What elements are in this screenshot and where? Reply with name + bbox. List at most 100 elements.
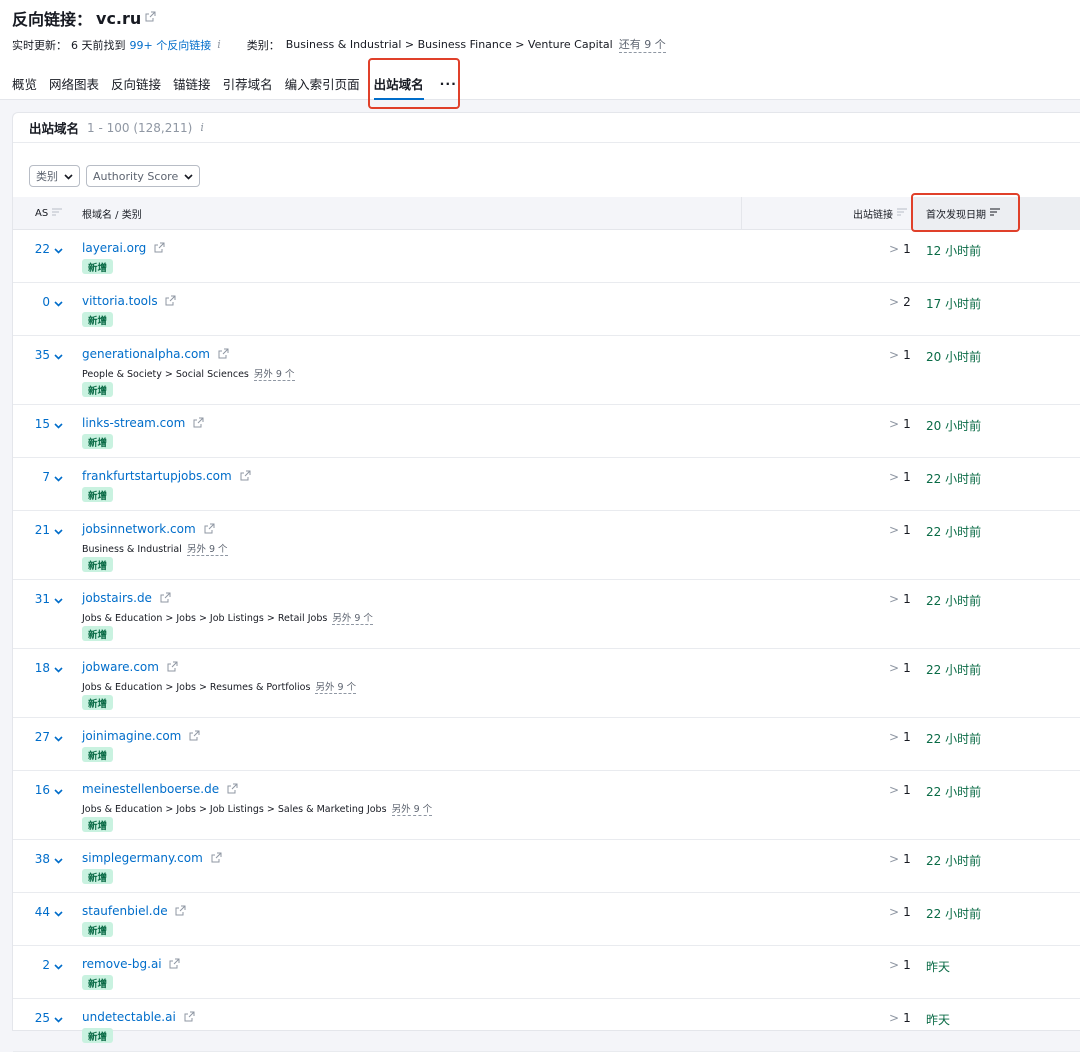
- as-score-toggle[interactable]: 2: [23, 958, 63, 973]
- outlinks-cell[interactable]: >1: [889, 958, 911, 972]
- expand-chevron-icon[interactable]: >: [889, 470, 899, 484]
- expand-chevron-icon[interactable]: >: [889, 417, 899, 431]
- domain-link[interactable]: generationalpha.com: [82, 347, 210, 361]
- external-link-icon[interactable]: [193, 417, 204, 431]
- expand-chevron-icon[interactable]: >: [889, 958, 899, 972]
- outlinks-cell[interactable]: >1: [889, 730, 911, 744]
- as-score-toggle[interactable]: 16: [23, 783, 63, 798]
- info-icon[interactable]: i: [200, 121, 204, 134]
- as-score-toggle[interactable]: 15: [23, 417, 63, 432]
- chevron-down-icon: [54, 471, 63, 485]
- domain-link[interactable]: jobsinnetwork.com: [82, 522, 196, 536]
- as-score-toggle[interactable]: 27: [23, 730, 63, 745]
- tab-backlinks[interactable]: 反向链接: [111, 74, 161, 93]
- outlinks-cell[interactable]: >1: [889, 417, 911, 431]
- domain-link[interactable]: joinimagine.com: [82, 729, 181, 743]
- update-label: 实时更新：: [12, 37, 67, 53]
- expand-chevron-icon[interactable]: >: [889, 661, 899, 675]
- expand-chevron-icon[interactable]: >: [889, 1011, 899, 1025]
- tab-referring-domains[interactable]: 引荐域名: [223, 74, 273, 93]
- external-link-icon[interactable]: [218, 348, 229, 362]
- external-link-icon[interactable]: [169, 958, 180, 972]
- column-outlinks[interactable]: 出站链接: [741, 197, 909, 230]
- tab-anchors[interactable]: 锚链接: [173, 74, 211, 93]
- external-link-icon[interactable]: [145, 11, 156, 25]
- domain-link[interactable]: undetectable.ai: [82, 1010, 176, 1024]
- domain-link[interactable]: jobware.com: [82, 660, 159, 674]
- info-icon[interactable]: i: [217, 38, 221, 51]
- domain-link[interactable]: remove-bg.ai: [82, 957, 162, 971]
- outlinks-cell[interactable]: >1: [889, 242, 911, 256]
- page-title-domain[interactable]: vc.ru: [96, 9, 141, 28]
- found-backlinks-link[interactable]: 99+ 个反向链接: [130, 37, 212, 53]
- as-score-toggle[interactable]: 31: [23, 592, 63, 607]
- domain-link[interactable]: simplegermany.com: [82, 851, 203, 865]
- external-link-icon[interactable]: [227, 783, 238, 797]
- column-outlinks-label: 出站链接: [853, 206, 893, 221]
- outlinks-cell[interactable]: >1: [889, 852, 911, 866]
- outlinks-cell[interactable]: >1: [889, 592, 911, 606]
- expand-chevron-icon[interactable]: >: [889, 592, 899, 606]
- external-link-icon[interactable]: [167, 661, 178, 675]
- domain-link[interactable]: staufenbiel.de: [82, 904, 168, 918]
- category-more-link[interactable]: 另外 9 个: [332, 613, 373, 625]
- as-score-toggle[interactable]: 44: [23, 905, 63, 920]
- table-row: 38simplegermany.com 新增>122 小时前: [13, 840, 1080, 893]
- external-link-icon[interactable]: [204, 523, 215, 537]
- tab-network-graph[interactable]: 网络图表: [49, 74, 99, 93]
- category-more-link[interactable]: 另外 9 个: [392, 804, 433, 816]
- domain-cell: vittoria.tools: [82, 294, 176, 309]
- expand-chevron-icon[interactable]: >: [889, 348, 899, 362]
- external-link-icon[interactable]: [184, 1011, 195, 1025]
- as-score-toggle[interactable]: 0: [23, 295, 63, 310]
- as-score-toggle[interactable]: 35: [23, 348, 63, 363]
- new-badge: 新增: [82, 869, 113, 884]
- domain-link[interactable]: vittoria.tools: [82, 294, 158, 308]
- expand-chevron-icon[interactable]: >: [889, 783, 899, 797]
- domain-link[interactable]: links-stream.com: [82, 416, 185, 430]
- outlinks-cell[interactable]: >1: [889, 1011, 911, 1025]
- expand-chevron-icon[interactable]: >: [889, 730, 899, 744]
- category-more-link[interactable]: 还有 9 个: [619, 36, 666, 53]
- category-more-link[interactable]: 另外 9 个: [254, 369, 295, 381]
- as-score: 18: [35, 661, 50, 675]
- domain-link[interactable]: frankfurtstartupjobs.com: [82, 469, 232, 483]
- external-link-icon[interactable]: [240, 470, 251, 484]
- expand-chevron-icon[interactable]: >: [889, 852, 899, 866]
- external-link-icon[interactable]: [211, 852, 222, 866]
- expand-chevron-icon[interactable]: >: [889, 242, 899, 256]
- expand-chevron-icon[interactable]: >: [889, 295, 899, 309]
- outlinks-cell[interactable]: >1: [889, 783, 911, 797]
- domain-link[interactable]: meinestellenboerse.de: [82, 782, 219, 796]
- as-score-toggle[interactable]: 38: [23, 852, 63, 867]
- outlinks-cell[interactable]: >1: [889, 470, 911, 484]
- sort-icon[interactable]: [897, 208, 907, 219]
- external-link-icon[interactable]: [160, 592, 171, 606]
- external-link-icon[interactable]: [165, 295, 176, 309]
- external-link-icon[interactable]: [175, 905, 186, 919]
- sort-icon[interactable]: [52, 208, 62, 219]
- tab-indexed-pages[interactable]: 编入索引页面: [285, 74, 360, 93]
- outlinks-cell[interactable]: >1: [889, 905, 911, 919]
- outlinks-cell[interactable]: >2: [889, 295, 911, 309]
- authority-score-filter[interactable]: Authority Score: [86, 165, 200, 187]
- outlinks-cell[interactable]: >1: [889, 661, 911, 675]
- category-more-link[interactable]: 另外 9 个: [315, 682, 356, 694]
- as-score-toggle[interactable]: 18: [23, 661, 63, 676]
- category-filter[interactable]: 类别: [29, 165, 80, 187]
- external-link-icon[interactable]: [154, 242, 165, 256]
- category-more-link[interactable]: 另外 9 个: [187, 544, 228, 556]
- as-score-toggle[interactable]: 22: [23, 242, 63, 257]
- domain-link[interactable]: jobstairs.de: [82, 591, 152, 605]
- as-score-toggle[interactable]: 25: [23, 1011, 63, 1026]
- outlinks-cell[interactable]: >1: [889, 523, 911, 537]
- domain-link[interactable]: layerai.org: [82, 241, 146, 255]
- expand-chevron-icon[interactable]: >: [889, 905, 899, 919]
- outlinks-cell[interactable]: >1: [889, 348, 911, 362]
- as-score-toggle[interactable]: 21: [23, 523, 63, 538]
- tab-overview[interactable]: 概览: [12, 74, 37, 93]
- as-score-toggle[interactable]: 7: [23, 470, 63, 485]
- external-link-icon[interactable]: [189, 730, 200, 744]
- expand-chevron-icon[interactable]: >: [889, 523, 899, 537]
- column-as[interactable]: AS: [35, 197, 62, 230]
